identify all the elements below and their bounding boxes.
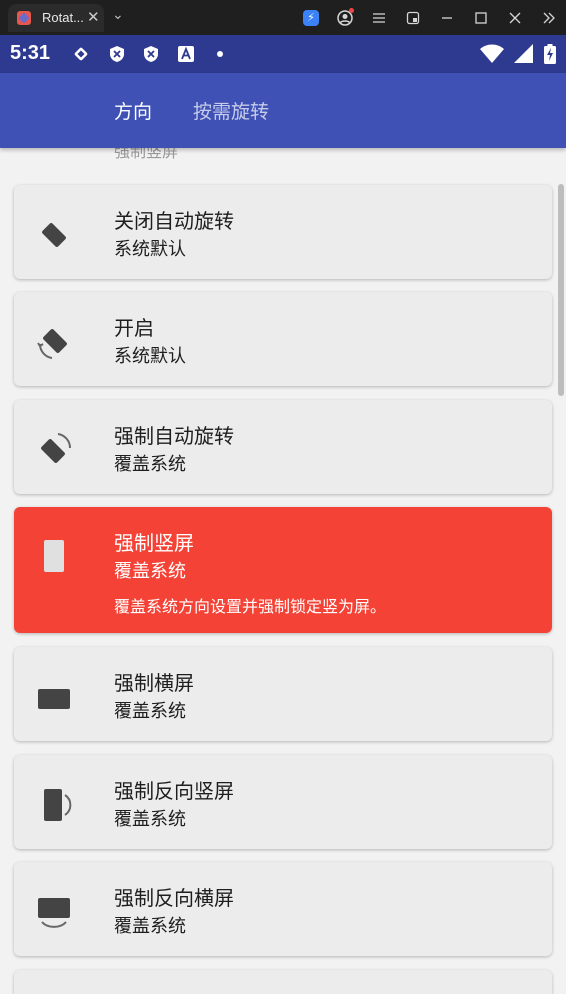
option-title: 强制横屏 — [114, 671, 194, 695]
rotation-lock-icon — [42, 223, 66, 247]
tab-title: Rotat... — [42, 10, 84, 25]
option-card-force-portrait[interactable]: 强制竖屏 覆盖系统 覆盖系统方向设置并强制锁定竖为屏。 — [14, 507, 552, 633]
option-title: 开启 — [114, 316, 154, 340]
option-subtitle: 系统默认 — [114, 239, 186, 260]
portrait-icon — [44, 540, 64, 572]
notification-dot-icon — [217, 51, 223, 57]
option-subtitle: 覆盖系统 — [114, 454, 186, 475]
rotate-app-icon — [74, 47, 88, 61]
force-auto-rotate-icon — [41, 433, 72, 463]
option-title: 强制反向横屏 — [114, 886, 234, 910]
text-a-icon — [178, 46, 194, 62]
option-card-next[interactable] — [14, 970, 552, 994]
close-window-icon[interactable] — [498, 0, 532, 35]
option-subtitle: 系统默认 — [114, 346, 186, 367]
expand-sidebar-icon[interactable] — [532, 0, 566, 35]
status-bar: 5:31 — [0, 35, 566, 73]
app-favicon-icon — [17, 11, 31, 25]
option-title: 强制竖屏 — [114, 531, 194, 555]
option-card-force-landscape[interactable]: 强制横屏 覆盖系统 — [14, 647, 552, 741]
options-list[interactable]: 强制竖屏 关闭自动旋转 系统默认 开启 系统默认 强制自动旋转 覆盖系统 强制竖… — [0, 148, 566, 994]
tab-list-chevron-icon[interactable]: ⌄ — [112, 7, 124, 23]
option-description: 覆盖系统方向设置并强制锁定竖为屏。 — [114, 597, 387, 616]
option-card-force-reverse-landscape[interactable]: 强制反向横屏 覆盖系统 — [14, 862, 552, 956]
option-subtitle: 覆盖系统 — [114, 561, 186, 582]
auto-rotate-icon — [37, 329, 67, 359]
shield-icon — [110, 46, 124, 62]
reverse-portrait-icon — [44, 789, 72, 821]
account-icon[interactable] — [328, 0, 362, 35]
pip-icon[interactable] — [396, 0, 430, 35]
minimize-icon[interactable] — [430, 0, 464, 35]
option-card-disable-auto-rotate[interactable]: 关闭自动旋转 系统默认 — [14, 185, 552, 279]
option-card-enable[interactable]: 开启 系统默认 — [14, 292, 552, 386]
landscape-icon — [38, 689, 70, 709]
wifi-icon — [480, 44, 504, 63]
shield-icon — [144, 46, 158, 62]
browser-tab[interactable]: Rotat... ✕ — [8, 4, 104, 32]
option-subtitle: 覆盖系统 — [114, 701, 186, 722]
browser-titlebar: Rotat... ✕ ⌄ ⚡ — [0, 0, 566, 35]
option-subtitle: 覆盖系统 — [114, 809, 186, 830]
menu-icon[interactable] — [362, 0, 396, 35]
option-title: 强制自动旋转 — [114, 424, 234, 448]
app-bar: 方向 按需旋转 — [0, 73, 566, 148]
scrollbar[interactable] — [558, 184, 564, 396]
cellular-signal-icon — [514, 44, 533, 63]
option-card-force-reverse-portrait[interactable]: 强制反向竖屏 覆盖系统 — [14, 755, 552, 849]
option-card-force-auto-rotate[interactable]: 强制自动旋转 覆盖系统 — [14, 400, 552, 494]
tab-close-icon[interactable]: ✕ — [87, 8, 100, 26]
option-title: 关闭自动旋转 — [114, 209, 234, 233]
reverse-landscape-icon — [38, 898, 70, 928]
maximize-icon[interactable] — [464, 0, 498, 35]
cut-off-item-label: 强制竖屏 — [114, 148, 179, 161]
option-subtitle: 覆盖系统 — [114, 916, 186, 937]
battery-charging-icon — [544, 44, 556, 64]
extension-bolt-icon[interactable]: ⚡ — [294, 0, 328, 35]
option-title: 强制反向竖屏 — [114, 779, 234, 803]
notification-dot-icon — [349, 8, 354, 13]
status-time: 5:31 — [10, 42, 51, 64]
tab-orientation[interactable]: 方向 — [114, 97, 152, 124]
tab-on-demand-rotation[interactable]: 按需旋转 — [193, 97, 269, 124]
